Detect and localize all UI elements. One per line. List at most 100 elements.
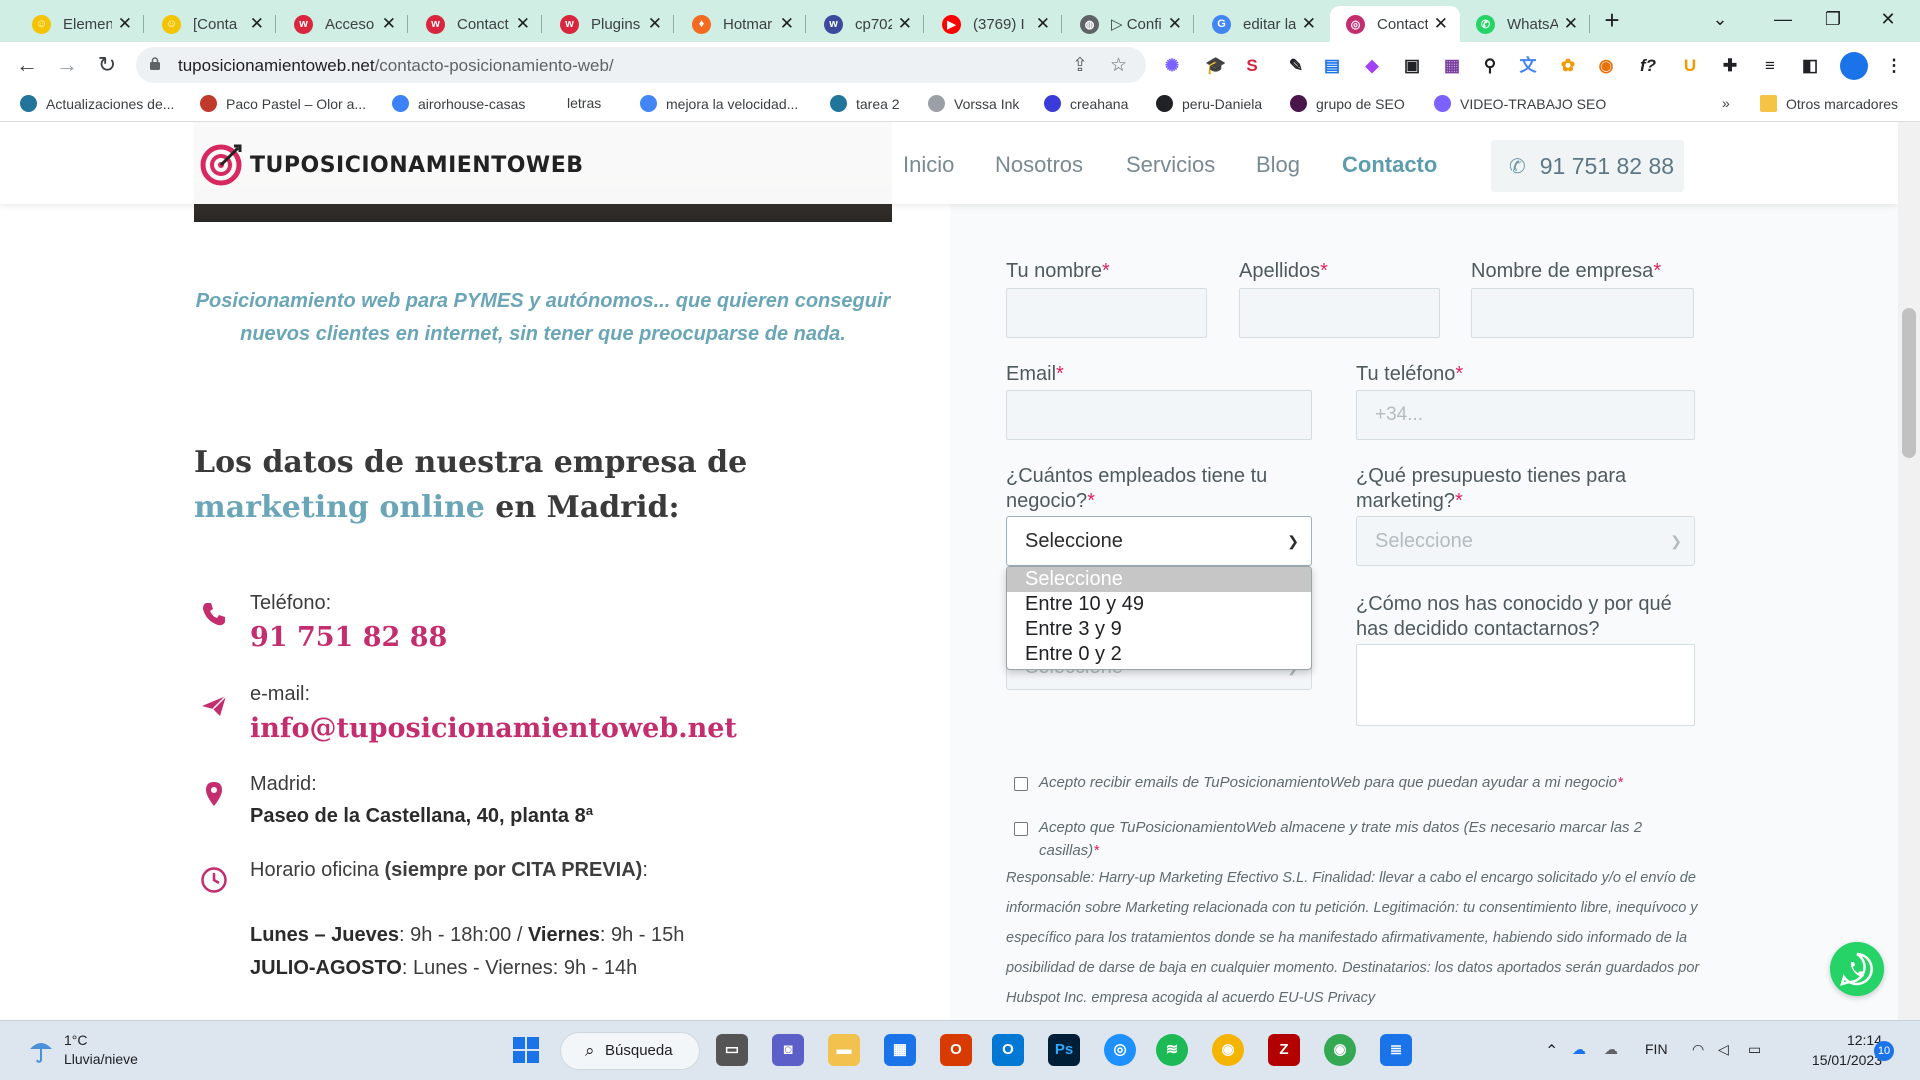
bookmark-item[interactable]: Paco Pastel – Olor a... <box>200 95 366 112</box>
extension-icon[interactable]: ✎ <box>1284 54 1308 78</box>
bookmark-item[interactable]: airorhouse-casas <box>392 95 525 112</box>
nav-contacto[interactable]: Contacto <box>1342 152 1437 178</box>
scrollbar-thumb[interactable] <box>1902 308 1916 458</box>
menu-icon[interactable]: ⋮ <box>1882 54 1906 78</box>
consent-data-checkbox[interactable] <box>1014 822 1028 836</box>
app-icon[interactable]: ◎ <box>1104 1034 1136 1066</box>
teams-icon[interactable]: ◙ <box>772 1034 804 1066</box>
whatsapp-icon[interactable] <box>1830 942 1884 996</box>
email-field[interactable] <box>1006 390 1312 440</box>
filezilla-icon[interactable]: Z <box>1268 1034 1300 1066</box>
extension-icon[interactable]: f? <box>1636 54 1660 78</box>
site-logo[interactable]: TUPOSICIONAMIENTOWEB <box>200 144 584 186</box>
extension-icon[interactable]: 🎓 <box>1204 54 1228 78</box>
dropdown-option[interactable]: Entre 10 y 49 <box>1007 592 1311 617</box>
bookmark-star-icon[interactable]: ☆ <box>1110 54 1127 77</box>
bookmark-item[interactable]: letras <box>567 95 601 111</box>
name-input[interactable] <box>1006 288 1207 338</box>
address-bar[interactable]: tuposicionamientoweb.net/contacto-posici… <box>136 47 1146 83</box>
browser-tab[interactable]: Geditar la ✕ <box>1196 6 1328 42</box>
nav-blog[interactable]: Blog <box>1256 152 1300 178</box>
employees-select[interactable]: Seleccione ❯ <box>1006 516 1312 566</box>
extension-icon[interactable]: S <box>1240 54 1264 78</box>
other-bookmarks-folder[interactable]: Otros marcadores <box>1760 95 1898 112</box>
notification-badge[interactable]: 10 <box>1874 1041 1894 1061</box>
extension-icon[interactable]: ✺ <box>1160 54 1184 78</box>
minimize-button[interactable]: — <box>1765 4 1801 34</box>
notepad-icon[interactable]: ≣ <box>1380 1034 1412 1066</box>
chrome-icon[interactable]: ◉ <box>1212 1034 1244 1066</box>
close-tab-icon[interactable]: ✕ <box>516 14 530 34</box>
forward-button[interactable]: → <box>52 50 82 80</box>
extension-icon[interactable]: ◆ <box>1360 54 1384 78</box>
windows-start-icon[interactable] <box>510 1034 542 1066</box>
close-tab-icon[interactable]: ✕ <box>780 14 794 34</box>
browser-tab[interactable]: w Acceso ✕ <box>278 6 408 42</box>
outlook-icon[interactable]: O <box>992 1034 1024 1066</box>
browser-tab[interactable]: ◎ Contact ✕ <box>1330 6 1460 42</box>
close-tab-icon[interactable]: ✕ <box>1564 14 1578 34</box>
reading-list-icon[interactable]: ≡ <box>1758 54 1782 78</box>
company-input[interactable] <box>1471 288 1694 338</box>
chrome-active-icon[interactable]: ◉ <box>1324 1034 1356 1066</box>
header-phone-button[interactable]: ✆ 91 751 82 88 <box>1491 140 1684 192</box>
nav-nosotros[interactable]: Nosotros <box>995 152 1083 178</box>
employees-dropdown-list[interactable]: Seleccione Entre 10 y 49 Entre 3 y 9 Ent… <box>1006 566 1312 670</box>
dropdown-option[interactable]: Entre 0 y 2 <box>1007 642 1311 667</box>
dropdown-option[interactable]: Entre 3 y 9 <box>1007 617 1311 642</box>
bookmark-item[interactable]: VIDEO-TRABAJO SEO <box>1434 95 1606 112</box>
close-tab-icon[interactable]: ✕ <box>250 14 264 34</box>
browser-tab[interactable]: w Contact ✕ <box>410 6 542 42</box>
bookmark-item[interactable]: Vorssa Ink <box>928 95 1019 112</box>
consent-emails-checkbox[interactable] <box>1014 777 1028 791</box>
translate-icon[interactable]: 文 <box>1516 54 1540 78</box>
cloud-icon[interactable]: ☁ <box>1604 1041 1618 1058</box>
extension-icon[interactable]: ◉ <box>1594 54 1618 78</box>
browser-tab[interactable]: ☺ [Conta ✕ <box>146 6 276 42</box>
bookmark-item[interactable]: tarea 2 <box>830 95 900 112</box>
bookmark-item[interactable]: grupo de SEO <box>1290 95 1405 112</box>
puzzle-icon[interactable]: ✚ <box>1718 54 1742 78</box>
phone-field[interactable]: +34... <box>1356 390 1695 440</box>
office-icon[interactable]: O <box>940 1034 972 1066</box>
nav-inicio[interactable]: Inicio <box>903 152 954 178</box>
store-icon[interactable]: ▦ <box>884 1034 916 1066</box>
browser-tab[interactable]: w cp7022 ✕ <box>808 6 924 42</box>
back-button[interactable]: ← <box>12 50 42 80</box>
spotify-icon[interactable]: ≋ <box>1156 1034 1188 1066</box>
close-tab-icon[interactable]: ✕ <box>1168 14 1182 34</box>
bookmark-item[interactable]: Actualizaciones de... <box>20 95 174 112</box>
taskbar-search[interactable]: ⌕ Búsqueda <box>560 1032 700 1070</box>
share-icon[interactable]: ⇪ <box>1072 54 1088 77</box>
phone-value[interactable]: 91 751 82 88 <box>250 622 447 653</box>
extension-icon[interactable]: ✿ <box>1556 54 1580 78</box>
battery-icon[interactable]: ▭ <box>1748 1041 1761 1058</box>
close-window-button[interactable]: ✕ <box>1870 4 1906 34</box>
close-tab-icon[interactable]: ✕ <box>382 14 396 34</box>
extension-icon[interactable]: ▦ <box>1440 54 1464 78</box>
tray-overflow-icon[interactable]: ⌃ <box>1545 1041 1558 1061</box>
close-tab-icon[interactable]: ✕ <box>1036 14 1050 34</box>
new-tab-button[interactable]: + <box>1597 6 1627 36</box>
bookmark-item[interactable]: creahana <box>1044 95 1128 112</box>
surname-input[interactable] <box>1239 288 1440 338</box>
browser-tab[interactable]: w Plugins ✕ <box>544 6 674 42</box>
close-tab-icon[interactable]: ✕ <box>648 14 662 34</box>
reload-button[interactable]: ↻ <box>92 50 122 80</box>
file-explorer-icon[interactable]: ▬ <box>828 1034 860 1066</box>
keyboard-language[interactable]: FIN <box>1645 1041 1668 1057</box>
tab-search-icon[interactable]: ⌄ <box>1702 4 1738 34</box>
clock-time[interactable]: 12:14 <box>1822 1032 1882 1048</box>
browser-tab[interactable]: ◍ ▷ Confi ✕ <box>1064 6 1194 42</box>
weather-icon[interactable] <box>26 1035 56 1065</box>
wifi-icon[interactable]: ◠ <box>1692 1041 1704 1058</box>
close-tab-icon[interactable]: ✕ <box>1302 14 1316 34</box>
page-scrollbar[interactable] <box>1898 122 1920 1020</box>
browser-tab[interactable]: ▶ (3769) I ✕ <box>926 6 1062 42</box>
extension-icon[interactable]: ▣ <box>1400 54 1424 78</box>
avatar[interactable] <box>1840 52 1868 80</box>
browser-tab[interactable]: ♦ Hotmar ✕ <box>676 6 806 42</box>
task-view-icon[interactable]: ▭ <box>716 1034 748 1066</box>
close-tab-icon[interactable]: ✕ <box>898 14 912 34</box>
restore-button[interactable]: ❐ <box>1815 4 1851 34</box>
